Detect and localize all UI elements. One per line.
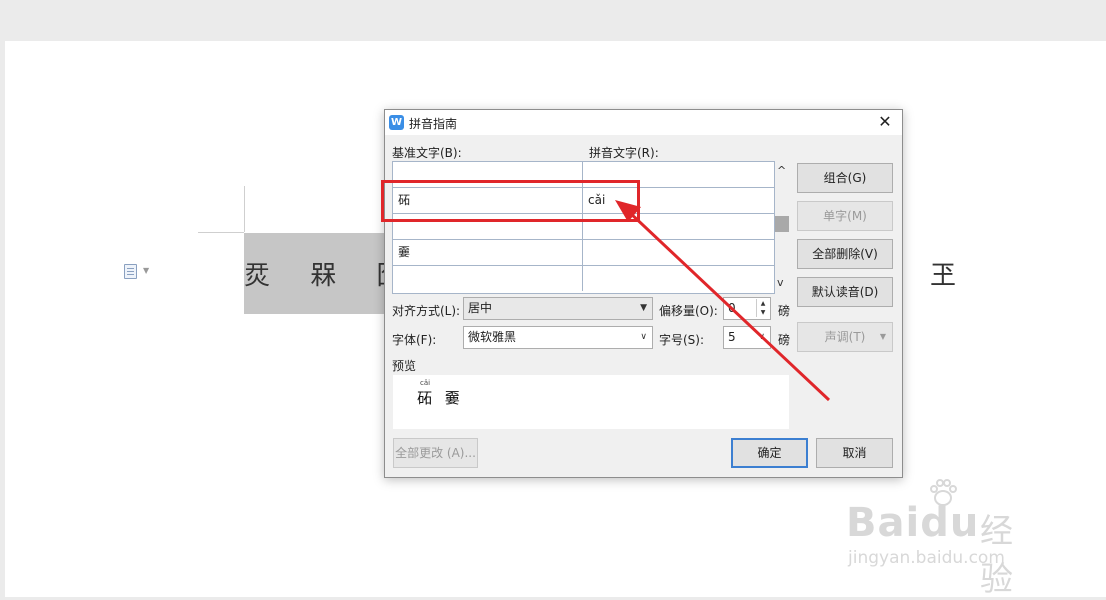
watermark-url: jingyan.baidu.com — [848, 548, 1005, 568]
watermark-brand: Baidu — [846, 500, 980, 546]
